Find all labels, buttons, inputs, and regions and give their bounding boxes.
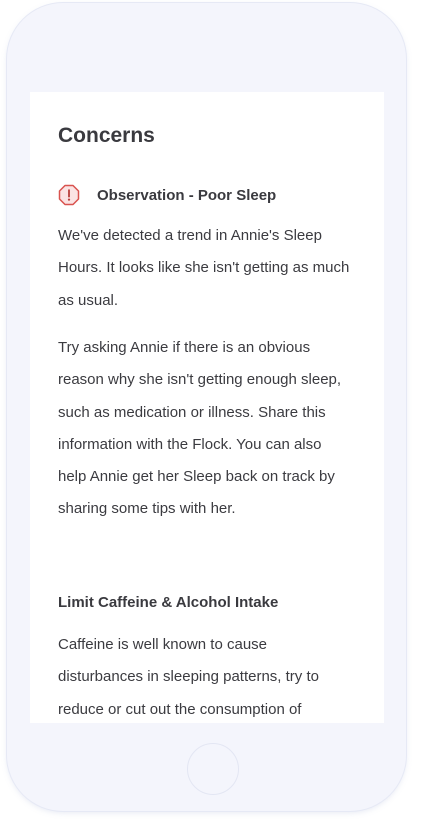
page-title: Concerns bbox=[58, 124, 155, 147]
observation-header: Observation - Poor Sleep bbox=[58, 184, 276, 206]
alert-octagon-icon bbox=[58, 184, 80, 206]
tip-heading: Limit Caffeine & Alcohol Intake bbox=[58, 594, 279, 611]
home-button[interactable] bbox=[187, 743, 239, 795]
tip-body: Caffeine is well known to cause disturba… bbox=[58, 636, 319, 718]
observation-title: Observation - Poor Sleep bbox=[97, 186, 277, 204]
screen: Concerns Observation - Poor Sleep We've … bbox=[30, 92, 384, 723]
observation-advice: Try asking Annie if there is an obvious … bbox=[58, 339, 342, 518]
observation-description: We've detected a trend in Annie's Sleep … bbox=[58, 227, 350, 309]
